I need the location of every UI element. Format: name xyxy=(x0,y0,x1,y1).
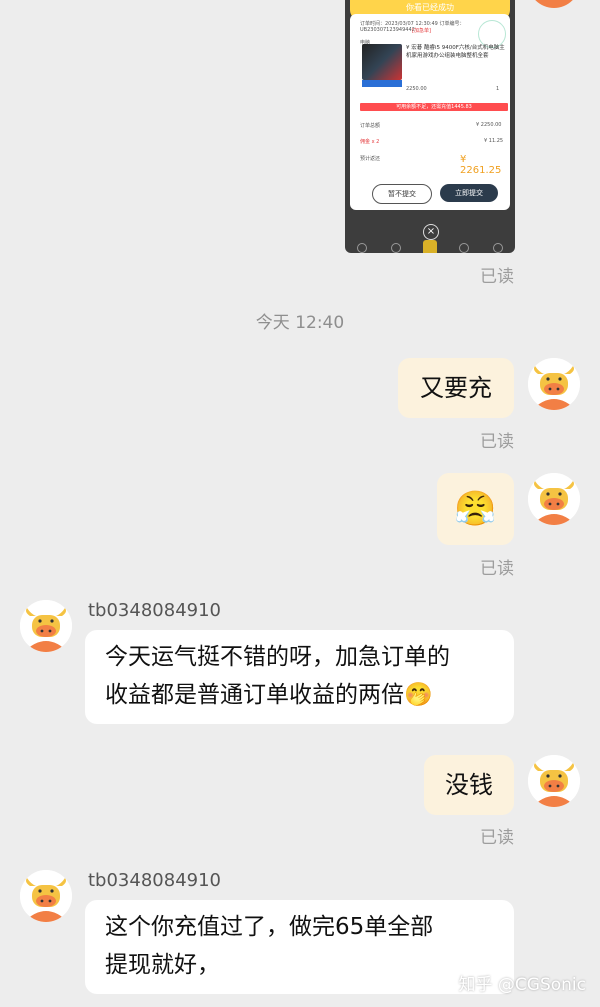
order-card: 订单时间：2023/03/07 12:30:49 订单编号： UB2303071… xyxy=(350,14,510,210)
message-bubble-self[interactable]: 😤 xyxy=(437,473,514,545)
cow-avatar-icon xyxy=(528,473,580,525)
pc-product-thumbnail xyxy=(362,44,402,80)
read-receipt: 已读 xyxy=(480,828,514,848)
message-bubble-self[interactable]: 没钱 xyxy=(424,755,514,815)
read-receipt: 已读 xyxy=(480,559,514,579)
sender-username: tb0348084910 xyxy=(88,600,222,621)
product-name: ¥ 宏碁 酷睿i5 9400F六核/台式机电脑主机家用游戏办公组装电脑整机全套 xyxy=(406,45,505,59)
nav-center-icon xyxy=(423,240,437,253)
order-number: UB230307123949442 xyxy=(360,27,415,33)
emoji-icon: 😤 xyxy=(454,489,497,529)
cow-avatar-icon xyxy=(20,600,72,652)
submit-now-button: 立即提交 xyxy=(440,184,498,202)
nav-home-icon xyxy=(357,243,367,253)
product-quantity: 1 xyxy=(496,86,500,92)
product-price: 2250.00 xyxy=(406,86,427,92)
message-line: 这个你充值过了，做完65单全部 xyxy=(105,914,434,940)
sender-username: tb0348084910 xyxy=(88,870,222,891)
order-screenshot-image[interactable]: 你看已经成功 订单时间：2023/03/07 12:30:49 订单编号： UB… xyxy=(345,0,515,253)
nav-profile-icon xyxy=(493,243,503,253)
avatar-partial xyxy=(528,0,580,8)
watermark: 知乎 @CGSonic xyxy=(458,975,586,995)
avatar[interactable] xyxy=(20,600,72,652)
balance-warning-text: 可用余额不足，还需充值1445.83 xyxy=(396,104,472,110)
message-line: 提现就好， xyxy=(105,952,220,978)
time-separator: 今天 12:40 xyxy=(255,313,345,333)
message-bubble-other[interactable]: 今天运气挺不错的呀，加急订单的 收益都是普通订单收益的两倍🤭 xyxy=(85,630,514,724)
avatar[interactable] xyxy=(20,870,72,922)
commission-label: 佣金 x 2 xyxy=(360,139,380,145)
avatar[interactable] xyxy=(528,755,580,807)
nav-chat-icon xyxy=(459,243,469,253)
total-label: 订单总额 xyxy=(360,123,381,129)
message-line: 今天运气挺不错的呀，加急订单的 xyxy=(105,644,450,670)
read-receipt: 已读 xyxy=(480,267,514,287)
commission-value: ¥ 11.25 xyxy=(484,138,504,144)
avatar[interactable] xyxy=(528,358,580,410)
message-line: 收益都是普通订单收益的两倍🤭 xyxy=(105,682,433,708)
submit-later-button: 暂不提交 xyxy=(372,184,432,204)
expected-label: 预计返还 xyxy=(360,156,381,162)
nav-play-icon xyxy=(391,243,401,253)
balance-warning-bar: 可用余额不足，还需充值1445.83 xyxy=(360,103,508,111)
order-time: 订单时间：2023/03/07 12:30:49 订单编号： xyxy=(360,21,465,27)
urgent-tag: [加急单] xyxy=(412,28,431,34)
message-bubble-self[interactable]: 又要充 xyxy=(398,358,514,418)
close-icon: × xyxy=(423,224,439,240)
cow-avatar-icon xyxy=(528,358,580,410)
thumbnail-strip xyxy=(362,80,402,87)
message-bubble-other[interactable]: 这个你充值过了，做完65单全部 提现就好， xyxy=(85,900,514,994)
expected-value: ¥ 2261.25 xyxy=(460,154,502,176)
screenshot-banner-text: 你看已经成功 xyxy=(406,3,454,12)
cow-avatar-icon xyxy=(20,870,72,922)
total-value: ¥ 2250.00 xyxy=(476,122,502,128)
read-receipt: 已读 xyxy=(480,432,514,452)
avatar[interactable] xyxy=(528,473,580,525)
cow-avatar-icon xyxy=(528,755,580,807)
